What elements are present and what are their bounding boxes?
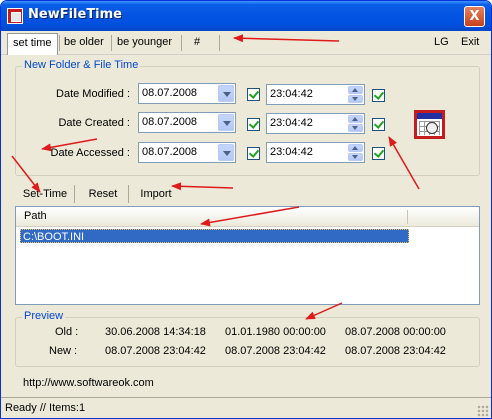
close-button[interactable]: X	[464, 6, 485, 27]
website-link[interactable]: http://www.softwareok.com	[23, 377, 154, 389]
dropdown-icon[interactable]	[218, 144, 234, 161]
import-button[interactable]: Import	[132, 184, 180, 205]
preview-title: Preview	[22, 310, 66, 322]
preview-old-modified: 30.06.2008 14:34:18	[105, 326, 206, 338]
time-created-checkbox[interactable]	[372, 118, 385, 131]
date-modified-value: 08.07.2008	[142, 87, 198, 99]
app-window: NewFileTime X set time be older be young…	[0, 0, 492, 419]
date-accessed-checkbox[interactable]	[247, 147, 260, 160]
preview-group: Preview	[15, 310, 480, 367]
menu-bar: set time be older be younger # LG Exit	[1, 31, 491, 55]
preview-old-label: Old :	[55, 326, 79, 338]
menu-lg[interactable]: LG	[429, 31, 454, 53]
date-created-picker[interactable]: 08.07.2008	[138, 112, 236, 133]
window-title: NewFileTime	[28, 7, 123, 22]
spinner-icon[interactable]	[348, 144, 363, 161]
title-bar[interactable]: NewFileTime X	[1, 1, 491, 31]
date-accessed-label: Date Accessed :	[50, 147, 131, 159]
time-created-value: 23:04:42	[270, 117, 313, 129]
date-modified-checkbox[interactable]	[247, 88, 260, 101]
date-accessed-value: 08.07.2008	[142, 146, 198, 158]
menu-divider	[181, 35, 182, 51]
size-grip-icon[interactable]	[477, 405, 489, 417]
time-group-title: New Folder & File Time	[22, 59, 141, 71]
date-created-checkbox[interactable]	[247, 118, 260, 131]
action-divider	[128, 185, 129, 203]
menu-divider	[219, 35, 220, 51]
date-created-label: Date Created :	[58, 117, 130, 129]
action-divider	[74, 185, 75, 203]
time-accessed-field[interactable]: 23:04:42	[266, 142, 365, 163]
time-modified-field[interactable]: 23:04:42	[266, 84, 365, 105]
set-time-button[interactable]: Set-Time	[18, 184, 72, 205]
preview-new-created: 08.07.2008 23:04:42	[225, 345, 326, 357]
time-accessed-checkbox[interactable]	[372, 147, 385, 160]
list-header[interactable]: Path	[16, 207, 479, 227]
time-modified-checkbox[interactable]	[372, 89, 385, 102]
date-modified-label: Date Modified :	[56, 88, 130, 100]
column-path[interactable]: Path	[24, 210, 47, 222]
menu-be-younger[interactable]: be younger	[112, 31, 177, 53]
date-accessed-picker[interactable]: 08.07.2008	[138, 142, 236, 163]
column-divider[interactable]	[407, 210, 408, 224]
menu-exit[interactable]: Exit	[456, 31, 484, 53]
calendar-clock-icon[interactable]	[414, 110, 445, 139]
close-icon: X	[469, 9, 480, 24]
date-modified-picker[interactable]: 08.07.2008	[138, 83, 236, 104]
status-bar: Ready // Items:1	[1, 397, 491, 418]
spinner-icon[interactable]	[348, 115, 363, 132]
preview-new-accessed: 08.07.2008 23:04:42	[345, 345, 446, 357]
preview-old-created: 01.01.1980 00:00:00	[225, 326, 326, 338]
app-icon[interactable]	[7, 8, 23, 24]
time-accessed-value: 23:04:42	[270, 146, 313, 158]
menu-set-time[interactable]: set time	[7, 33, 58, 55]
preview-old-accessed: 08.07.2008 00:00:00	[345, 326, 446, 338]
menu-be-older[interactable]: be older	[59, 31, 109, 53]
preview-new-modified: 08.07.2008 23:04:42	[105, 345, 206, 357]
menu-hash[interactable]: #	[189, 31, 205, 53]
dropdown-icon[interactable]	[218, 85, 234, 102]
status-text: Ready // Items:1	[5, 402, 86, 414]
date-created-value: 08.07.2008	[142, 116, 198, 128]
dropdown-icon[interactable]	[218, 114, 234, 131]
time-modified-value: 23:04:42	[270, 88, 313, 100]
preview-new-label: New :	[49, 345, 78, 357]
arrow-to-import	[171, 182, 234, 191]
file-list[interactable]: Path C:\BOOT.INI	[15, 206, 480, 305]
spinner-icon[interactable]	[348, 86, 363, 103]
list-item[interactable]: C:\BOOT.INI	[20, 229, 409, 243]
reset-button[interactable]: Reset	[79, 184, 127, 205]
time-created-field[interactable]: 23:04:42	[266, 113, 365, 134]
